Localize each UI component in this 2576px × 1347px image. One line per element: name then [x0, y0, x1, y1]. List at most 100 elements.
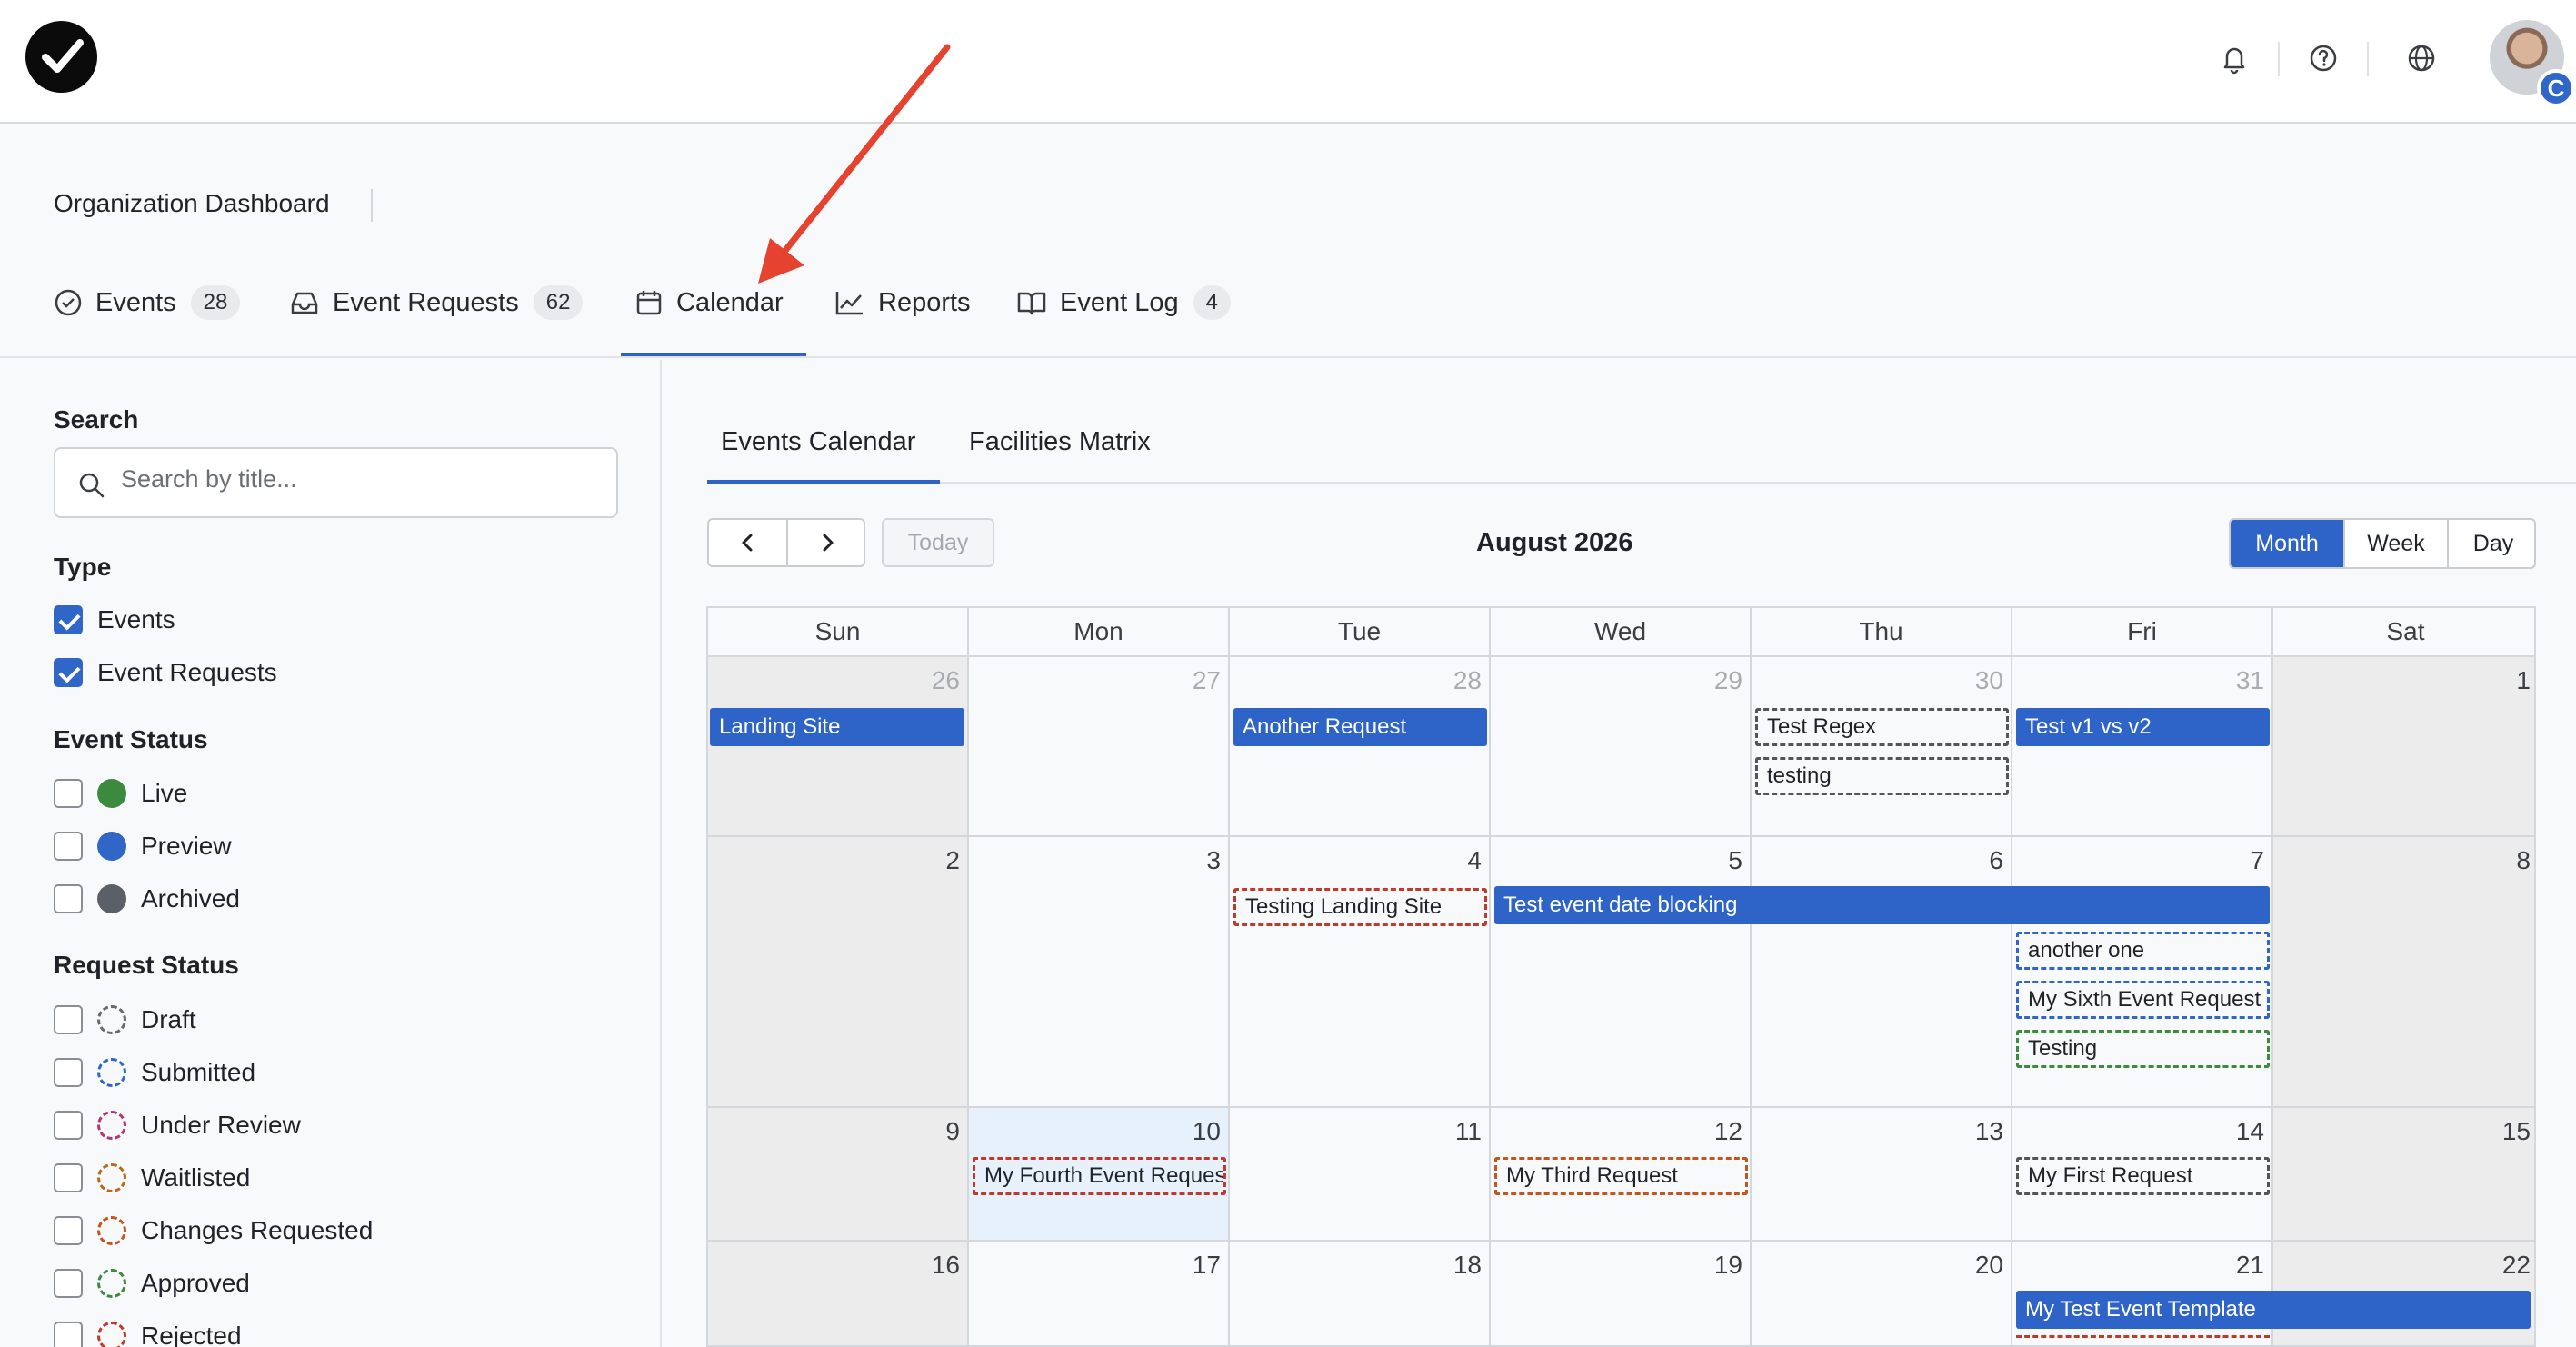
divider [707, 482, 2576, 484]
event-status-heading: Event Status [54, 725, 208, 753]
prev-month-button[interactable] [709, 520, 786, 565]
day-cell[interactable]: 27 [969, 655, 1230, 835]
event-request-chip[interactable]: My First Request [2016, 1157, 2270, 1195]
day-number: 30 [1974, 666, 2003, 694]
tab-event-log[interactable]: Event Log 4 [1016, 282, 1231, 324]
day-number: 27 [1192, 666, 1221, 694]
bell-icon[interactable] [2216, 40, 2252, 76]
day-number: 16 [931, 1251, 960, 1279]
day-number: 9 [945, 1117, 960, 1145]
day-number: 1 [2516, 666, 2531, 694]
search-icon [79, 473, 105, 498]
checkbox-request-submitted[interactable] [54, 1058, 83, 1087]
checkbox-request-approved[interactable] [54, 1269, 83, 1298]
tab-label: Calendar [676, 287, 784, 317]
day-cell[interactable]: 9 [708, 1106, 969, 1240]
day-cell[interactable]: 17 [969, 1240, 1230, 1345]
tab-event-requests[interactable]: Event Requests 62 [289, 282, 584, 324]
checkbox-request-changes-requested[interactable] [54, 1216, 83, 1245]
view-week-button[interactable]: Week [2343, 520, 2447, 567]
event-bar[interactable]: Landing Site [710, 708, 964, 746]
rejected-status-ring [97, 1322, 126, 1347]
day-number: 15 [2501, 1117, 2531, 1145]
checkbox-request-draft[interactable] [54, 1005, 83, 1034]
event-request-chip[interactable]: Testing Landing Site [1233, 888, 1487, 926]
tab-label: Events [95, 287, 176, 317]
day-cell[interactable]: 5 [1491, 835, 1752, 1106]
day-number: 22 [2501, 1251, 2531, 1279]
active-tab-indicator [621, 353, 806, 356]
search-heading: Search [54, 405, 139, 434]
day-cell[interactable]: 18 [1230, 1240, 1491, 1345]
event-bar[interactable]: Test v1 vs v2 [2016, 708, 2270, 746]
view-month-button[interactable]: Month [2231, 520, 2343, 567]
search-input[interactable] [121, 465, 594, 494]
chevron-right-icon [823, 534, 833, 552]
day-cell[interactable]: 4 [1230, 835, 1491, 1106]
option-label: Live [141, 779, 188, 807]
day-cell[interactable]: 11 [1230, 1106, 1491, 1240]
event-request-chip[interactable]: another one [2016, 932, 2270, 970]
event-bar-multiday[interactable]: Test event date blocking [1494, 886, 2270, 924]
day-cell[interactable]: 2 [708, 835, 969, 1106]
event-bar-multiday[interactable]: My Test Event Template [2016, 1291, 2531, 1329]
day-cell[interactable]: 8 [2273, 835, 2534, 1106]
day-number: 7 [2250, 846, 2264, 874]
checkbox-status-live[interactable] [54, 779, 83, 808]
tab-calendar[interactable]: Calendar [634, 282, 784, 324]
checkbox-type-event-requests[interactable] [54, 658, 83, 687]
day-number: 18 [1453, 1251, 1482, 1279]
calendar-nav-group [707, 518, 865, 567]
day-cell[interactable]: 13 [1752, 1106, 2012, 1240]
live-status-dot [97, 779, 126, 808]
day-cell[interactable]: 3 [969, 835, 1230, 1106]
view-day-button[interactable]: Day [2447, 520, 2534, 567]
divider [371, 189, 373, 222]
option-label: Approved [141, 1269, 250, 1297]
checkbox-request-rejected[interactable] [54, 1322, 83, 1347]
day-number: 28 [1453, 666, 1482, 694]
event-request-chip-partial[interactable] [2016, 1335, 2270, 1345]
event-request-chip[interactable]: Test Regex [1755, 708, 2009, 746]
divider [2278, 42, 2280, 76]
checkbox-status-archived[interactable] [54, 884, 83, 913]
weekday-header: Tue [1230, 608, 1491, 655]
event-bar[interactable]: Another Request [1233, 708, 1487, 746]
help-icon[interactable] [2305, 40, 2341, 76]
search-box[interactable] [54, 447, 618, 518]
day-cell[interactable]: 1 [2273, 655, 2534, 835]
event-request-chip[interactable]: testing [1755, 757, 2009, 795]
subtab-facilities-matrix[interactable]: Facilities Matrix [969, 427, 1151, 457]
tab-events[interactable]: Events 28 [54, 282, 241, 324]
checkbox-status-preview[interactable] [54, 832, 83, 861]
subtab-events-calendar[interactable]: Events Calendar [721, 427, 915, 457]
avatar[interactable]: C [2490, 20, 2575, 107]
day-cell[interactable]: 19 [1491, 1240, 1752, 1345]
day-cell[interactable]: 15 [2273, 1106, 2534, 1240]
view-switcher: Month Week Day [2229, 518, 2536, 569]
day-number: 21 [2235, 1251, 2264, 1279]
next-month-button[interactable] [788, 520, 865, 565]
globe-icon[interactable] [2403, 40, 2440, 76]
checkbox-request-under-review[interactable] [54, 1111, 83, 1140]
day-cell[interactable]: 29 [1491, 655, 1752, 835]
event-request-chip[interactable]: My Third Request [1494, 1157, 1748, 1195]
day-number: 11 [1454, 1117, 1482, 1145]
event-request-chip[interactable]: My Sixth Event Request [2016, 981, 2270, 1019]
event-request-chip[interactable]: My Fourth Event Request [973, 1157, 1226, 1195]
line-chart-icon [835, 292, 863, 315]
day-number: 4 [1467, 846, 1482, 874]
today-button[interactable]: Today [882, 518, 994, 567]
divider [2367, 42, 2369, 76]
count-badge: 28 [190, 285, 241, 320]
tab-reports[interactable]: Reports [834, 282, 971, 324]
day-cell[interactable]: 20 [1752, 1240, 2012, 1345]
month-title: August 2026 [1476, 528, 1633, 557]
day-cell[interactable]: 16 [708, 1240, 969, 1345]
event-request-chip[interactable]: Testing [2016, 1030, 2270, 1068]
waitlisted-status-ring [97, 1163, 126, 1192]
logo[interactable] [25, 21, 97, 93]
checkbox-type-events[interactable] [54, 605, 83, 634]
checkbox-request-waitlisted[interactable] [54, 1163, 83, 1192]
day-cell[interactable]: 6 [1752, 835, 2012, 1106]
